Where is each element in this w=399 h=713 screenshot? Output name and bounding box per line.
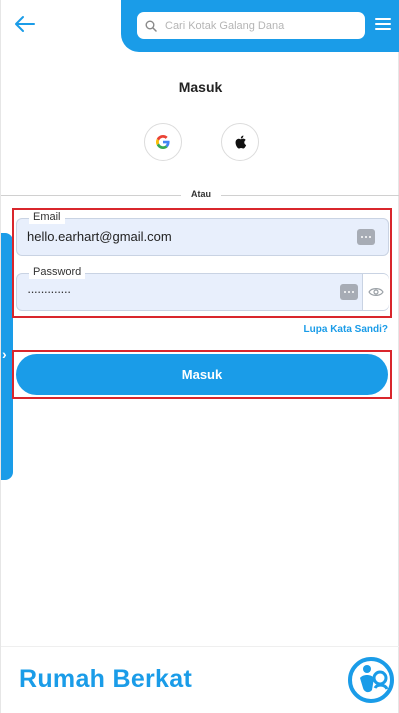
brand-name: Rumah Berkat [19, 665, 193, 693]
apple-icon [235, 135, 246, 149]
highlight-box-fields [12, 208, 392, 318]
google-icon [156, 135, 170, 149]
hamburger-menu-icon [375, 18, 391, 30]
apple-login-button[interactable] [221, 123, 259, 161]
login-page: Masuk Atau › Email Password ············… [0, 0, 399, 713]
chevron-right-icon: › [2, 346, 7, 362]
highlight-box-button [12, 350, 392, 399]
forgot-password-link[interactable]: Lupa Kata Sandi? [304, 324, 388, 335]
menu-button[interactable] [375, 18, 391, 32]
search-box[interactable] [137, 12, 365, 39]
divider-text: Atau [181, 189, 221, 199]
page-title: Masuk [178, 79, 223, 95]
search-input[interactable] [165, 19, 355, 32]
arrow-left-icon [15, 16, 35, 32]
top-bar [121, 0, 399, 52]
brand-logo-icon [348, 657, 394, 703]
back-button[interactable] [13, 12, 37, 36]
search-icon [145, 20, 157, 32]
footer-divider [1, 646, 399, 647]
google-login-button[interactable] [144, 123, 182, 161]
